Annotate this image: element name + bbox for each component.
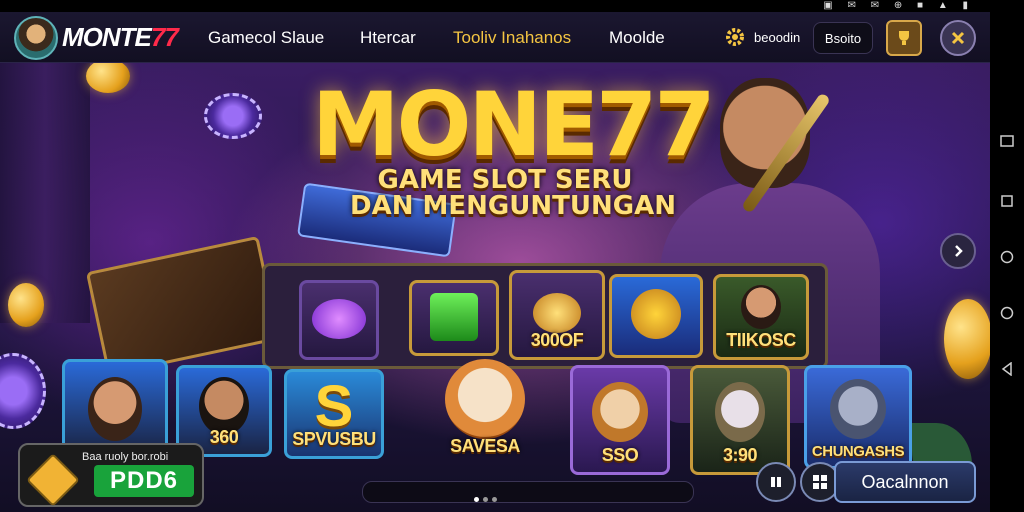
carousel-next-button[interactable] <box>940 233 976 269</box>
golden-leaf-icon <box>631 289 681 340</box>
game-card-caption: SAVESA <box>450 436 520 456</box>
lion-mascot-icon <box>592 381 648 442</box>
character-portrait-icon <box>741 285 781 330</box>
crest-icon <box>533 293 581 334</box>
home-icon[interactable] <box>998 248 1016 266</box>
carousel-dot[interactable] <box>474 497 479 502</box>
android-navigation-bar <box>990 12 1024 512</box>
tile-caption: 300OF <box>530 330 584 350</box>
trophy-icon[interactable] <box>886 20 922 56</box>
game-card[interactable]: 3:90 <box>690 365 790 475</box>
gear-icon[interactable] <box>724 26 746 48</box>
letter-s-icon: S <box>314 374 354 440</box>
game-card[interactable]: SAVESA <box>430 353 540 463</box>
cat-mascot-icon <box>445 359 525 440</box>
game-card[interactable] <box>62 359 168 455</box>
gear-label[interactable]: beoodin <box>754 30 800 45</box>
logo-text-number: 77 <box>150 22 179 52</box>
chip-decoration <box>0 353 46 429</box>
game-card-caption: 360 <box>209 427 239 447</box>
gem-icon <box>312 298 366 339</box>
character-portrait-icon <box>88 376 142 441</box>
nav-link-htercar[interactable]: Htercar <box>360 28 416 48</box>
diamond-icon <box>26 453 80 507</box>
close-icon[interactable] <box>940 20 976 56</box>
hero-banner[interactable]: MONE77 GAME SLOT SERU DAN MENGUNTUNGAN 3… <box>0 63 990 512</box>
coin-decoration <box>944 299 990 379</box>
account-button[interactable]: Bsoito <box>813 22 873 54</box>
slot-tile-leaf[interactable] <box>609 274 703 358</box>
recents-icon[interactable] <box>998 192 1016 210</box>
slot-tile-j[interactable] <box>409 280 499 356</box>
game-card-caption: SPVUSBU <box>292 429 376 449</box>
chip-decoration <box>204 93 262 139</box>
slot-board: 300OF TIIKOSC <box>262 263 828 369</box>
carousel-dot[interactable] <box>483 497 488 502</box>
cta-button[interactable]: Oacalnnon <box>834 461 976 503</box>
rotate-icon[interactable] <box>998 132 1016 150</box>
game-card-caption: CHUNGASHS <box>811 443 905 460</box>
carousel-dot[interactable] <box>492 497 497 502</box>
slot-tile-tiikosc[interactable]: TIIKOSC <box>713 274 809 360</box>
circle-icon[interactable] <box>998 304 1016 322</box>
hero-subtitle-line2: DAN MENGUNTUNGAN <box>350 191 676 221</box>
nav-link-mobile[interactable]: Moolde <box>609 28 665 48</box>
game-card[interactable]: CHUNGASHS <box>804 365 912 469</box>
nav-link-games[interactable]: Gamecol Slaue <box>208 28 324 48</box>
spellbook-illustration <box>85 235 281 377</box>
top-navigation: MONTE77 Gamecol Slaue Htercar Tooliv Ina… <box>0 12 990 63</box>
nav-link-active[interactable]: Tooliv Inahanos <box>453 28 571 48</box>
logo[interactable]: MONTE77 <box>62 22 179 53</box>
logo-avatar[interactable] <box>14 16 58 60</box>
game-card[interactable]: S SPVUSBU <box>284 369 384 459</box>
tile-caption: TIIKOSC <box>726 330 796 350</box>
slot-tile-300of[interactable]: 300OF <box>509 270 605 360</box>
balance-value: PDD6 <box>94 465 194 497</box>
balance-label: Baa ruoly bor.robi <box>82 451 169 463</box>
knight-mascot-icon <box>715 381 765 442</box>
pause-button[interactable] <box>756 462 796 502</box>
coin-decoration <box>8 283 44 327</box>
game-card-caption: 3:90 <box>722 445 758 465</box>
curtain-decoration <box>0 63 90 323</box>
wolf-mascot-icon <box>830 379 886 440</box>
letter-j-icon <box>430 292 478 341</box>
balance-widget[interactable]: Baa ruoly bor.robi PDD6 <box>18 443 204 507</box>
system-status-bar: ▣ ✉ ✉ ⊕ ■ ▲ ▮ <box>0 0 1024 12</box>
game-card-caption: SSO <box>601 445 639 465</box>
carousel-scrollbar[interactable] <box>362 481 694 503</box>
hero-title: MONE77 <box>312 73 716 176</box>
game-card[interactable]: SSO <box>570 365 670 475</box>
slot-tile-gem[interactable] <box>299 280 379 360</box>
status-icons: ▣ ✉ ✉ ⊕ ■ ▲ ▮ <box>823 0 974 11</box>
back-icon[interactable] <box>998 360 1016 378</box>
carousel-dots <box>474 489 501 507</box>
logo-text-main: MONTE <box>62 22 152 52</box>
coin-decoration <box>86 63 130 93</box>
